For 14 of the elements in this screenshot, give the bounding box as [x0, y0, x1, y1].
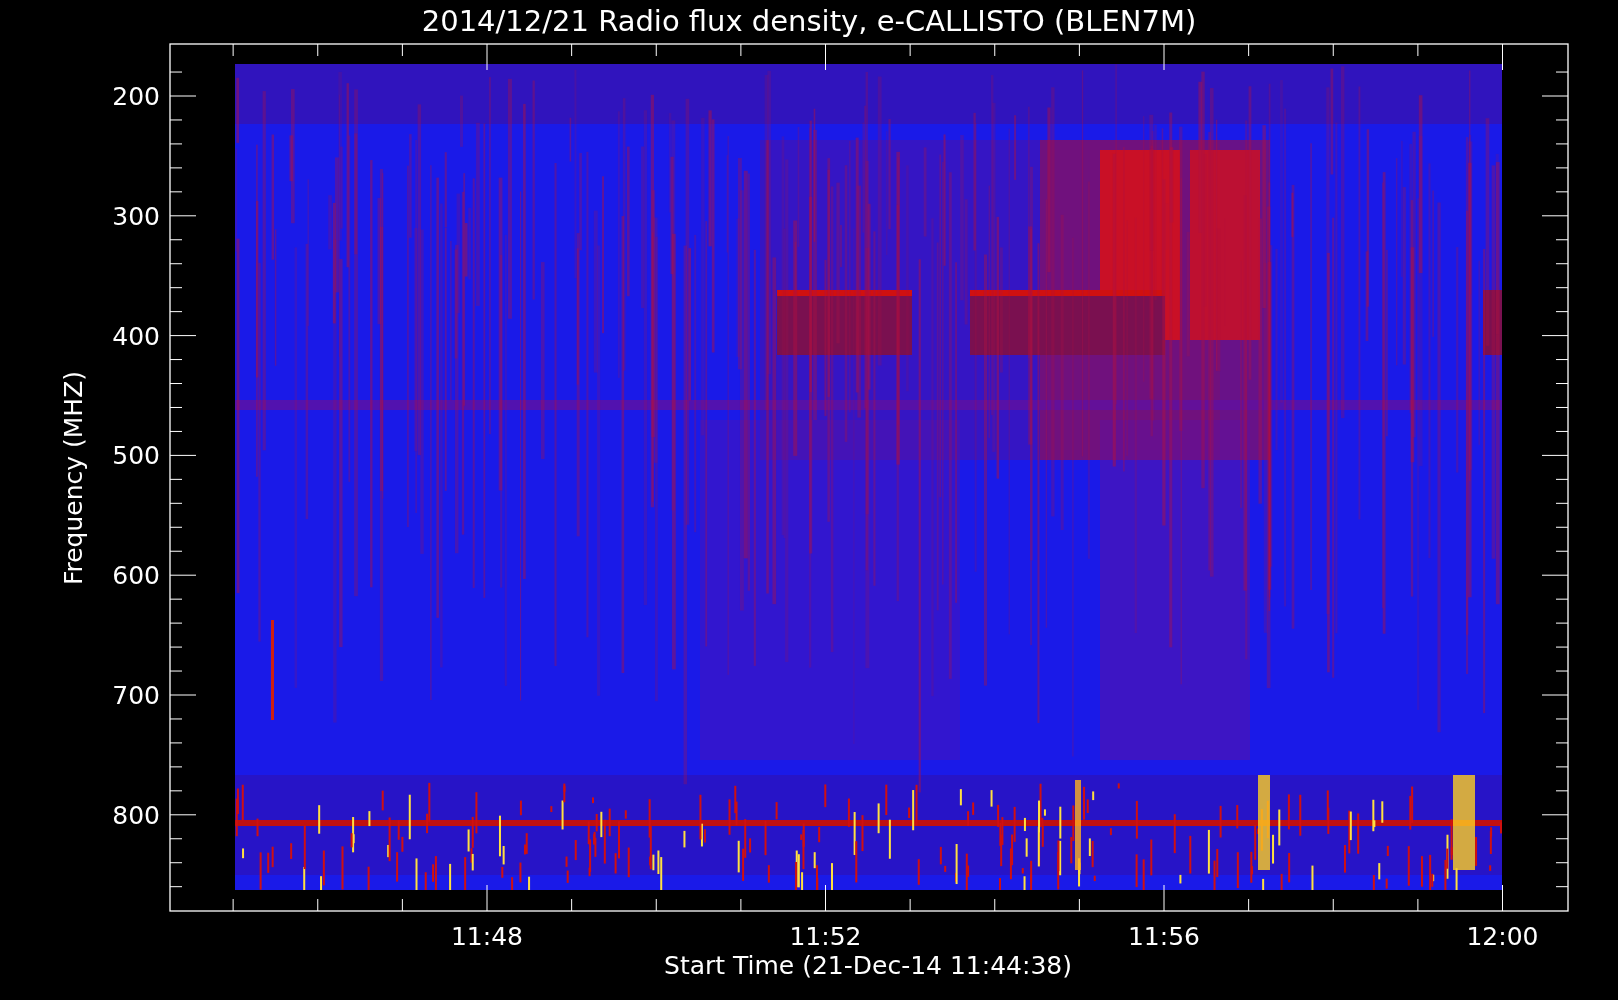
y-tick-label: 700: [112, 681, 160, 710]
x-tick-label: 11:48: [451, 922, 523, 951]
y-tick-label: 200: [112, 82, 160, 111]
x-axis-label: Start Time (21-Dec-14 11:44:38): [664, 951, 1072, 980]
y-tick-label: 800: [112, 800, 160, 830]
x-tick-label: 11:56: [1128, 922, 1200, 951]
y-tick-label: 300: [112, 201, 160, 231]
y-tick-label: 500: [112, 441, 160, 471]
x-tick-label: 11:52: [789, 922, 862, 951]
y-axis-label: Frequency (MHZ): [59, 370, 88, 586]
chart-title: 2014/12/21 Radio flux density, e-CALLISTO (BLEN7M): [421, 4, 1197, 38]
x-tick-label: 12:00: [1466, 922, 1539, 951]
y-tick-label: 600: [112, 561, 160, 591]
y-tick-label: 400: [112, 321, 160, 351]
